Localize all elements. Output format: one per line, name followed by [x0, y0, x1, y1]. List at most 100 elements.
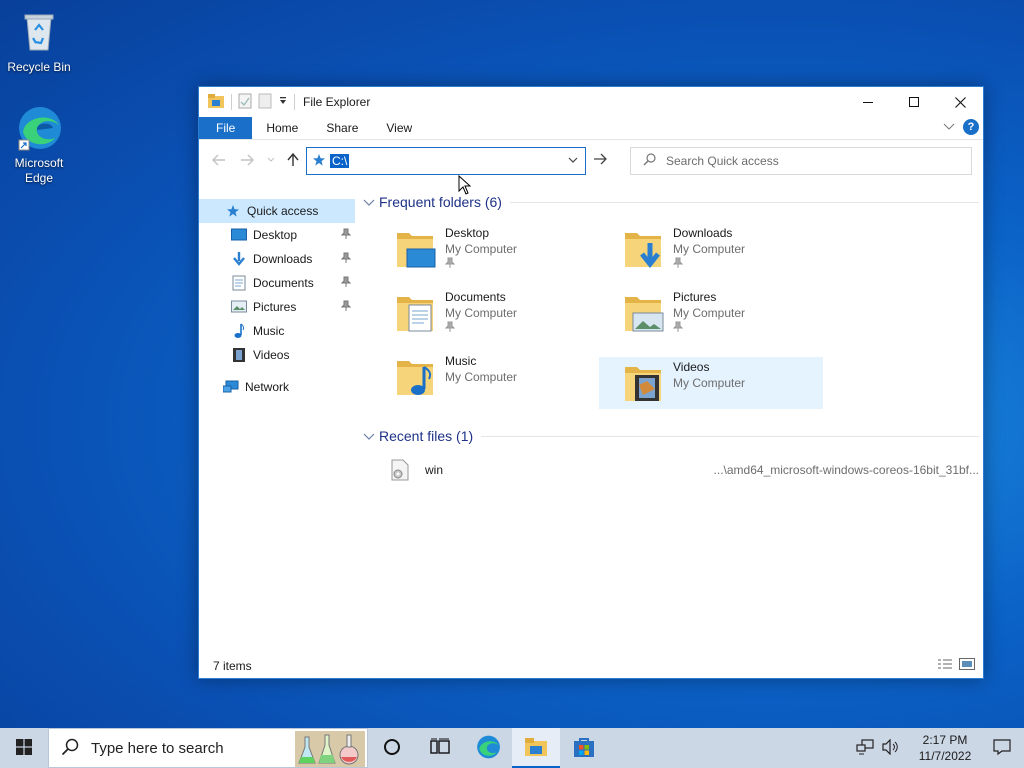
title-bar[interactable]: File Explorer — [199, 87, 983, 117]
address-input[interactable]: C:\ — [330, 154, 350, 168]
folder-tile-downloads[interactable]: Downloads My Computer — [623, 223, 847, 275]
documents-folder-icon — [395, 291, 439, 335]
notification-center-button[interactable] — [980, 728, 1024, 768]
taskbar: 2:17 PM 11/7/2022 — [0, 728, 1024, 768]
clock[interactable]: 2:17 PM 11/7/2022 — [910, 732, 980, 764]
recent-file-row[interactable]: win ...\amd64_microsoft-windows-coreos-1… — [359, 457, 979, 483]
folder-name: Music — [445, 354, 477, 368]
divider — [294, 94, 295, 110]
edge-icon — [475, 734, 501, 763]
sidebar-item-label: Videos — [253, 348, 290, 362]
taskbar-search-input[interactable] — [91, 739, 291, 757]
address-bar[interactable]: C:\ — [306, 147, 586, 175]
folder-tile-documents[interactable]: Documents My Computer — [395, 287, 619, 339]
minimize-button[interactable] — [845, 87, 891, 117]
details-view-icon[interactable] — [937, 658, 953, 673]
cortana-circle-icon — [383, 738, 401, 759]
notification-icon — [993, 738, 1011, 758]
tab-view[interactable]: View — [372, 117, 426, 139]
desktop-icon-recycle-bin[interactable]: Recycle Bin — [1, 8, 77, 75]
sidebar-item-downloads[interactable]: Downloads — [199, 247, 355, 271]
folder-name: Downloads — [673, 226, 733, 240]
pin-icon — [340, 252, 352, 267]
large-icons-view-icon[interactable] — [959, 658, 975, 673]
sidebar-item-quick-access[interactable]: Quick access — [199, 199, 355, 223]
pin-icon — [672, 257, 745, 272]
sidebar-item-network[interactable]: Network — [199, 375, 355, 399]
recent-files-header[interactable]: Recent files (1) — [359, 425, 979, 447]
close-button[interactable] — [937, 87, 983, 117]
quick-access-toolbar — [199, 93, 295, 112]
expand-ribbon-icon[interactable] — [943, 120, 955, 134]
folder-tile-pictures[interactable]: Pictures My Computer — [623, 287, 847, 339]
picture-icon — [231, 299, 247, 315]
system-file-icon — [391, 459, 409, 484]
start-button[interactable] — [0, 728, 48, 768]
sidebar-item-label: Downloads — [253, 252, 313, 266]
clock-time: 2:17 PM — [922, 733, 968, 747]
properties-icon[interactable] — [238, 93, 252, 112]
sidebar-item-documents[interactable]: Documents — [199, 271, 355, 295]
sidebar-item-desktop[interactable]: Desktop — [199, 223, 355, 247]
desktop-icon-edge[interactable]: Microsoft Edge — [1, 104, 77, 186]
search-input[interactable] — [666, 154, 966, 168]
folder-tile-videos[interactable]: Videos My Computer — [599, 357, 823, 409]
downloads-folder-icon — [623, 227, 667, 271]
folder-name: Documents — [445, 290, 506, 304]
navigation-pane: Quick access Desktop Downloads Documents… — [199, 199, 355, 399]
customize-toolbar-icon[interactable] — [278, 95, 288, 109]
tab-share[interactable]: Share — [312, 117, 372, 139]
file-explorer-icon — [524, 737, 548, 760]
address-dropdown-chevron-icon[interactable] — [567, 154, 579, 169]
go-arrow-icon[interactable] — [593, 153, 607, 168]
task-view-toggle[interactable] — [416, 728, 464, 768]
pin-icon — [444, 321, 517, 336]
network-tray-icon[interactable] — [856, 738, 874, 758]
recent-file-name: win — [425, 463, 444, 477]
mouse-cursor-icon — [458, 174, 472, 198]
store-bag-icon — [573, 736, 595, 761]
back-arrow-icon[interactable] — [211, 152, 227, 168]
folder-tile-music[interactable]: Music My Computer — [395, 351, 619, 403]
sidebar-item-videos[interactable]: Videos — [199, 343, 355, 367]
pin-icon — [340, 276, 352, 291]
folder-tile-desktop[interactable]: Desktop My Computer — [395, 223, 619, 275]
divider — [231, 94, 232, 110]
collapse-chevron-icon[interactable] — [363, 428, 375, 444]
forward-arrow-icon[interactable] — [239, 152, 255, 168]
sidebar-item-pictures[interactable]: Pictures — [199, 295, 355, 319]
folder-name: Desktop — [445, 226, 490, 240]
status-bar: 7 items — [199, 654, 983, 678]
new-folder-icon[interactable] — [258, 93, 272, 112]
help-button[interactable]: ? — [963, 119, 979, 135]
recent-locations-chevron-icon[interactable] — [263, 152, 279, 168]
window-title: File Explorer — [303, 95, 371, 109]
sidebar-item-label: Quick access — [247, 204, 319, 218]
item-count: 7 items — [213, 659, 252, 673]
sidebar-item-label: Documents — [253, 276, 314, 290]
divider — [481, 435, 979, 437]
folder-location: My Computer — [445, 370, 518, 384]
file-explorer-window: File Explorer File Home Share View ? C:\… — [198, 86, 984, 679]
frequent-folders-grid: Desktop My Computer Downloads My Compute… — [359, 213, 979, 409]
explorer-folder-icon[interactable] — [207, 93, 225, 112]
taskbar-app-file-explorer[interactable] — [512, 728, 560, 768]
sidebar-item-music[interactable]: Music — [199, 319, 355, 343]
sidebar-item-label: Pictures — [253, 300, 297, 314]
frequent-folders-header[interactable]: Frequent folders (6) — [359, 191, 979, 213]
folder-location: My Computer — [445, 242, 518, 256]
tab-file[interactable]: File — [199, 117, 253, 139]
collapse-chevron-icon[interactable] — [363, 194, 375, 210]
volume-icon[interactable] — [882, 738, 900, 758]
taskbar-app-edge[interactable] — [464, 728, 512, 768]
clock-date: 11/7/2022 — [918, 749, 972, 763]
taskbar-search-box[interactable] — [48, 728, 368, 768]
task-view-button[interactable] — [368, 728, 416, 768]
tab-home[interactable]: Home — [252, 117, 312, 139]
search-box[interactable] — [630, 147, 972, 175]
up-arrow-icon[interactable] — [285, 152, 301, 168]
folder-name: Videos — [673, 360, 710, 374]
taskbar-app-store[interactable] — [560, 728, 608, 768]
group-title: Recent files (1) — [379, 428, 474, 444]
maximize-button[interactable] — [891, 87, 937, 117]
